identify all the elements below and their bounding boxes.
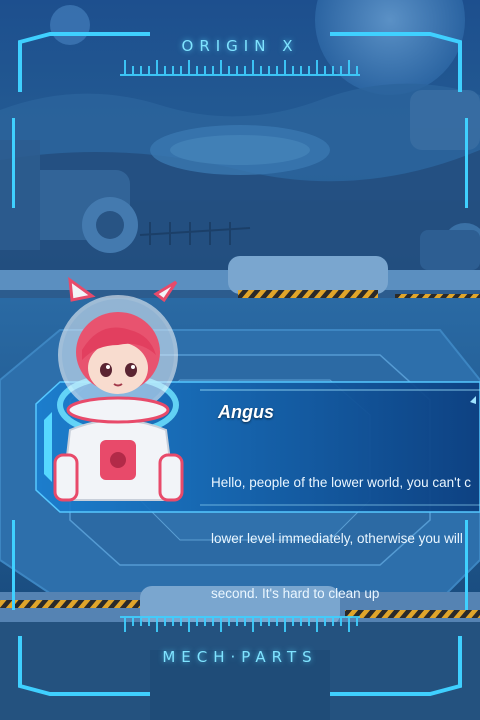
- dialog-text[interactable]: Hello, people of the lower world, you ca…: [211, 437, 480, 641]
- dialog-line: Hello, people of the lower world, you ca…: [211, 475, 471, 490]
- hud-bottom-title: MECH·PARTS: [162, 648, 318, 666]
- hud-top-title: ORIGIN X: [181, 37, 299, 55]
- game-screen: ORIGIN X MECH·PARTS Angus Hello, people …: [0, 0, 480, 720]
- dialog-line: lower level immediately, otherwise you w…: [211, 530, 463, 546]
- dialog-line: second. It's hard to clean up: [211, 586, 380, 601]
- upper-hatch: [228, 256, 388, 294]
- speaker-name: Angus: [218, 402, 274, 422]
